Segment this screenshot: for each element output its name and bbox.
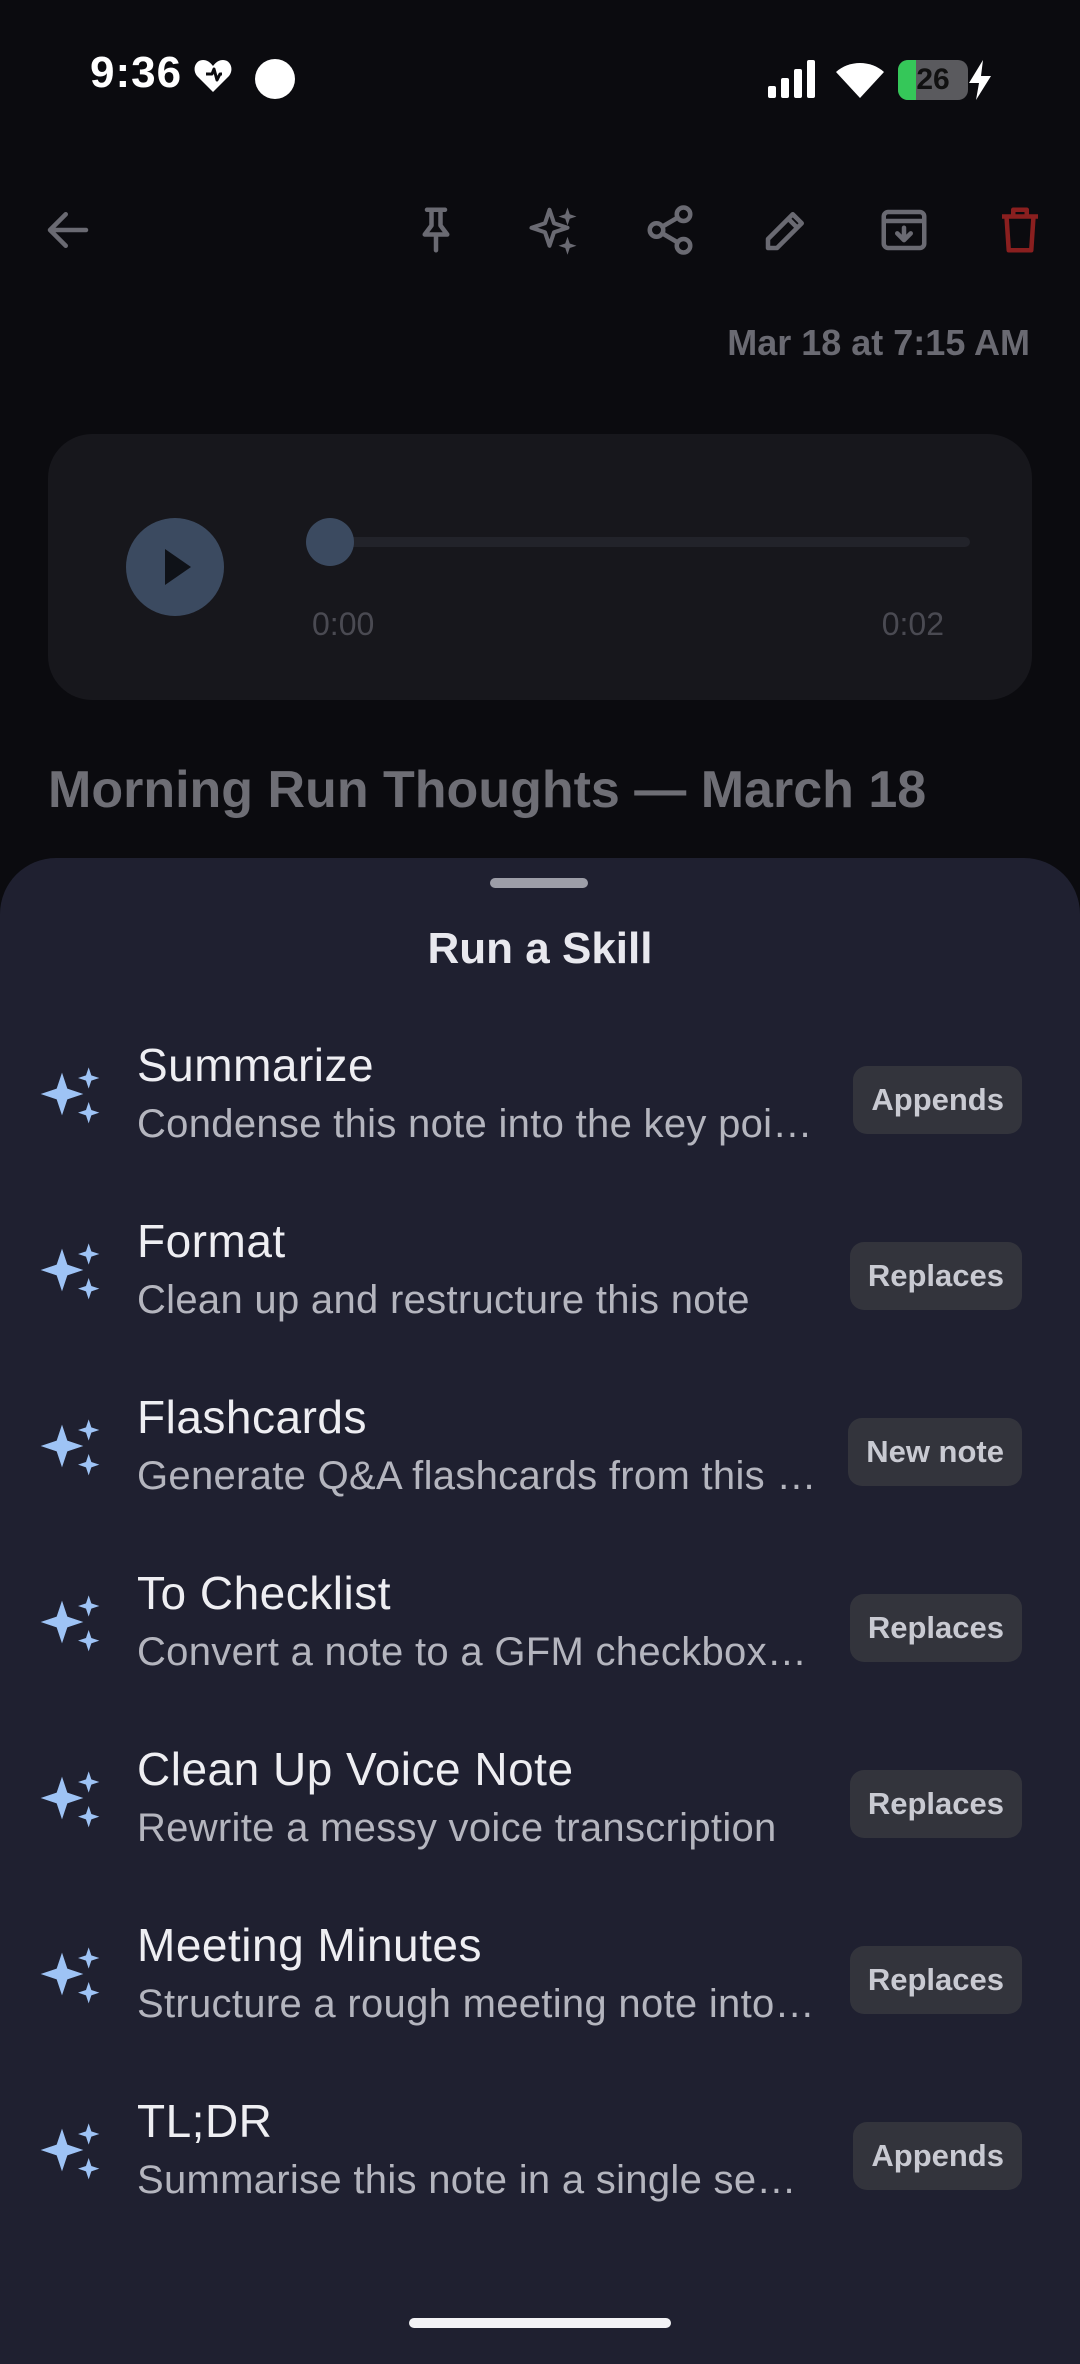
skill-item-flashcards[interactable]: Flashcards Generate Q&A flashcards from … — [0, 1362, 1080, 1538]
skill-description: Convert a note to a GFM checkbox list — [137, 1630, 817, 1674]
share-button[interactable] — [638, 190, 702, 270]
skill-mode-badge: New note — [848, 1418, 1022, 1486]
ai-skills-button[interactable] — [522, 190, 586, 270]
sparkle-icon — [40, 1243, 100, 1300]
play-button[interactable] — [126, 518, 224, 616]
edit-pencil-icon — [765, 212, 804, 251]
skill-name: Summarize — [137, 1039, 375, 1091]
back-button[interactable] — [36, 190, 100, 270]
charging-bolt-icon — [969, 60, 991, 100]
audio-progress-thumb[interactable] — [306, 518, 354, 566]
skill-mode-badge: Replaces — [849, 1594, 1022, 1662]
skill-name: Format — [137, 1215, 286, 1267]
note-toolbar — [0, 190, 1080, 270]
skill-name: Meeting Minutes — [137, 1919, 482, 1971]
skill-name: Clean Up Voice Note — [137, 1743, 574, 1795]
skill-description: Condense this note into the key points — [137, 1102, 817, 1146]
skill-item-format[interactable]: Format Clean up and restructure this not… — [0, 1186, 1080, 1362]
skill-item-tl-dr[interactable]: TL;DR Summarise this note in a single se… — [0, 2066, 1080, 2242]
skill-item-to-checklist[interactable]: To Checklist Convert a note to a GFM che… — [0, 1538, 1080, 1714]
note-title: Morning Run Thoughts — March 18 — [48, 761, 927, 819]
skill-item-summarize[interactable]: Summarize Condense this note into the ke… — [0, 1010, 1080, 1186]
status-bar: 9:36 26 — [0, 0, 1080, 150]
skill-mode-badge: Replaces — [849, 1770, 1022, 1838]
sparkle-icon — [40, 1771, 100, 1828]
pin-icon — [422, 207, 450, 253]
archive-button[interactable] — [872, 190, 936, 270]
skill-mode-badge: Appends — [853, 2122, 1022, 2190]
archive-icon — [881, 209, 927, 251]
signal-icon — [768, 60, 815, 98]
skill-description: Clean up and restructure this note — [137, 1278, 750, 1322]
play-icon — [165, 549, 191, 585]
skill-mode-badge: Replaces — [849, 1946, 1022, 2014]
share-icon — [647, 205, 693, 255]
run-skill-sheet: Run a Skill Summarize Condense this note… — [0, 858, 1080, 2364]
heart-icon — [194, 60, 232, 92]
sparkle-icon — [40, 1419, 100, 1476]
edit-button[interactable] — [754, 190, 818, 270]
delete-trash-icon — [1002, 207, 1038, 253]
battery-level: 26 — [916, 63, 950, 96]
skill-name: TL;DR — [137, 2095, 273, 2147]
back-arrow-icon — [47, 212, 89, 248]
sparkle-icon — [40, 1067, 100, 1124]
skill-mode-badge: Appends — [853, 1066, 1022, 1134]
wifi-icon — [836, 63, 884, 98]
home-indicator[interactable] — [409, 2318, 671, 2328]
audio-player: 0:00 0:02 — [48, 434, 1032, 700]
delete-button[interactable] — [988, 190, 1052, 270]
skill-name: To Checklist — [137, 1567, 391, 1619]
audio-duration: 0:02 — [881, 606, 944, 642]
audio-current-time: 0:00 — [312, 606, 375, 642]
audio-progress-slider[interactable] — [306, 518, 970, 566]
sheet-drag-handle[interactable] — [490, 878, 588, 888]
sparkle-icon — [40, 1947, 100, 2004]
note-date: Mar 18 at 7:15 AM — [727, 322, 1030, 363]
battery-icon: 26 — [898, 60, 968, 100]
skill-description: Summarise this note in a single sentence — [137, 2158, 817, 2202]
skill-mode-badge: Replaces — [849, 1242, 1022, 1310]
skill-list: Summarize Condense this note into the ke… — [0, 1010, 1080, 2242]
skill-description: Generate Q&A flashcards from this note — [137, 1454, 817, 1498]
sheet-title: Run a Skill — [427, 924, 653, 973]
sparkle-icon — [40, 2123, 100, 2180]
skill-item-meeting-minutes[interactable]: Meeting Minutes Structure a rough meetin… — [0, 1890, 1080, 2066]
skill-name: Flashcards — [137, 1391, 367, 1443]
sparkle-ai-icon — [529, 207, 577, 255]
note-detail-screen: 9:36 26 Mar 18 at 7:15 AM 0:00 0:02 Morn… — [0, 0, 1080, 2364]
pin-button[interactable] — [404, 190, 468, 270]
skill-item-clean-up-voice-note[interactable]: Clean Up Voice Note Rewrite a messy voic… — [0, 1714, 1080, 1890]
sparkle-icon — [40, 1595, 100, 1652]
circle-dot-icon — [255, 59, 295, 99]
skill-description: Structure a rough meeting note into minu… — [137, 1982, 817, 2026]
status-time: 9:36 — [90, 48, 183, 97]
skill-description: Rewrite a messy voice transcription — [137, 1806, 777, 1850]
